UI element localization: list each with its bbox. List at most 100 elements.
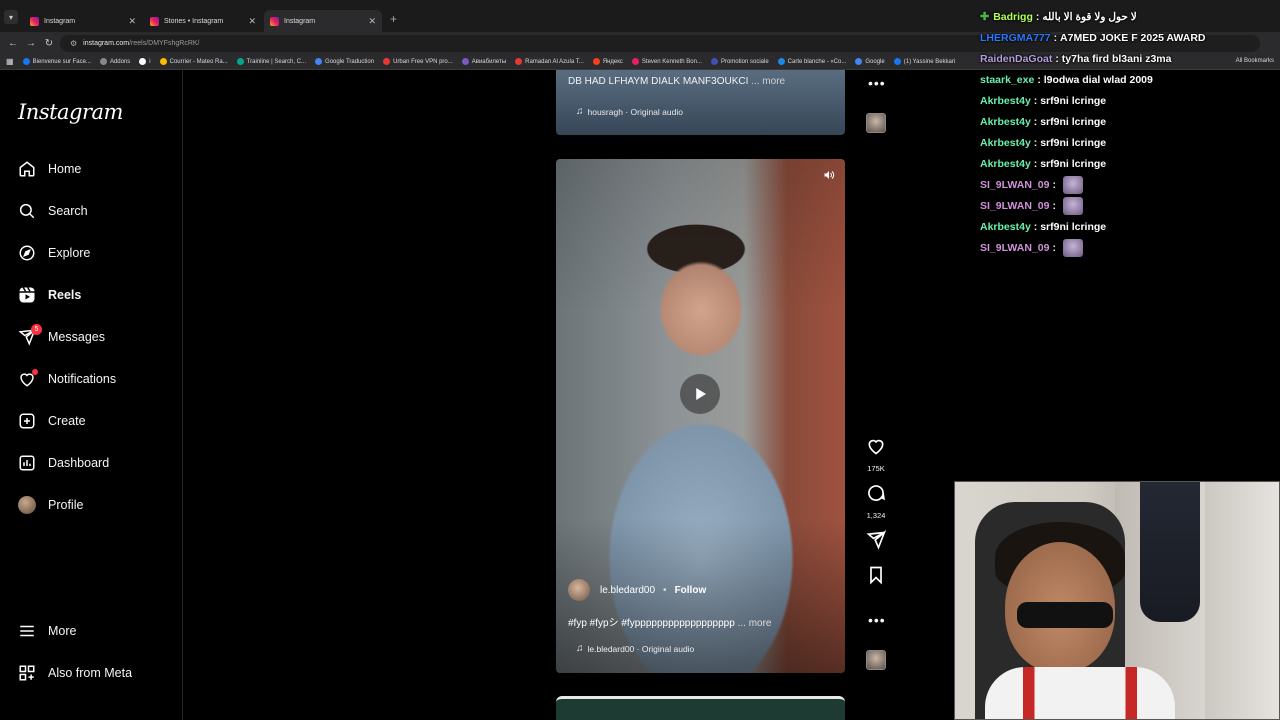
browser-tab[interactable]: Instagram ✕ <box>24 10 142 32</box>
plus-square-icon <box>18 412 36 430</box>
reel-video[interactable]: le.bledard00 • Follow #fyp #fypシ #fypppp… <box>556 159 845 673</box>
nav-home[interactable]: Home <box>18 157 81 181</box>
bookmark-favicon-icon <box>631 58 639 65</box>
instagram-favicon-icon <box>270 16 279 26</box>
tab-close-icon[interactable]: ✕ <box>128 16 136 27</box>
nav-explore[interactable]: Explore <box>18 241 90 265</box>
nav-messages[interactable]: 5 Messages <box>18 324 105 349</box>
forward-icon[interactable]: → <box>24 38 38 49</box>
music-note-icon: ♫ <box>576 643 584 654</box>
reel-audio[interactable]: ♫ le.bledard00 · Original audio <box>576 643 694 654</box>
caption-text: #fyp #fypシ #fypppppppppppppppppp <box>568 618 735 629</box>
bookmark-item[interactable]: (1) Yassine Bekkari <box>893 58 955 65</box>
chat-username: SI_9LWAN_09 <box>980 178 1050 191</box>
menu-icon <box>18 622 36 640</box>
nav-more[interactable]: More <box>18 619 76 643</box>
author-username[interactable]: le.bledard00 <box>600 585 655 596</box>
nav-also-from-meta[interactable]: Also from Meta <box>18 661 132 685</box>
like-action[interactable]: 175K <box>858 436 894 473</box>
bookmark-item[interactable]: Promotion sociale <box>710 58 769 65</box>
audio-thumbnail[interactable] <box>866 113 886 133</box>
reel-audio[interactable]: ♫ housragh · Original audio <box>576 106 683 117</box>
reel-author: le.bledard00 • Follow <box>568 579 706 601</box>
play-icon[interactable] <box>680 374 720 414</box>
bookmark-label: i <box>149 58 151 65</box>
caption-more[interactable]: ... more <box>738 618 772 629</box>
bookmark-label: Google <box>865 58 885 65</box>
audio-thumbnail[interactable] <box>866 650 886 670</box>
bookmark-item[interactable]: Addons <box>99 58 130 65</box>
browser-tab-active[interactable]: Instagram ✕ <box>264 10 382 32</box>
nav-dashboard[interactable]: Dashboard <box>18 451 109 475</box>
bookmark-icon[interactable] <box>866 565 886 590</box>
author-avatar[interactable] <box>568 579 590 601</box>
tab-close-icon[interactable]: ✕ <box>368 16 376 27</box>
bookmark-item[interactable]: Carte blanche - «Co... <box>777 58 847 65</box>
comment-icon[interactable] <box>866 483 886 508</box>
bookmark-item[interactable]: Авиабилеты <box>461 58 506 65</box>
nav-label: Also from Meta <box>48 666 133 680</box>
nav-notifications[interactable]: Notifications <box>18 367 116 391</box>
bookmark-item[interactable]: Google Traduction <box>315 58 374 65</box>
heart-icon[interactable] <box>866 436 886 461</box>
messages-icon: 5 <box>18 324 42 346</box>
chat-message: staark_exe: l9odwa dial wlad 2009 <box>980 69 1280 90</box>
bookmark-label: Carte blanche - «Co... <box>787 58 847 65</box>
reel-caption: #fyp #fypシ #fypppppppppppppppppp ... mor… <box>568 614 772 629</box>
reload-icon[interactable]: ↻ <box>42 38 56 49</box>
bookmark-item[interactable]: Trainline | Search, C... <box>236 58 306 65</box>
chat-text: srf9ni lcringe <box>1040 115 1107 128</box>
save-action[interactable] <box>858 565 894 590</box>
apps-icon[interactable]: ▦ <box>6 57 14 66</box>
instagram-favicon-icon <box>150 16 159 26</box>
caption-more[interactable]: ... more <box>751 76 785 87</box>
sidebar: Instagram Home Search Explore Reels 5 Me… <box>0 70 183 720</box>
previous-reel[interactable]: DB HAD LFHAYM DIALK MANF3OUKCI ... more … <box>556 70 845 135</box>
reel-caption: DB HAD LFHAYM DIALK MANF3OUKCI ... more <box>568 76 785 87</box>
share-action[interactable] <box>858 529 894 555</box>
back-icon[interactable]: ← <box>6 38 20 49</box>
bookmark-item[interactable]: i <box>139 58 151 65</box>
instagram-logo[interactable]: Instagram <box>18 100 123 124</box>
chat-text: لا حول ولا قوة الا بالله <box>1042 10 1137 23</box>
browser-tab[interactable]: Stories • Instagram ✕ <box>144 10 262 32</box>
comment-action[interactable]: 1,324 <box>858 483 894 520</box>
bookmark-item[interactable]: Urban Free VPN pro... <box>383 58 453 65</box>
send-icon[interactable] <box>866 529 887 555</box>
volume-icon[interactable] <box>823 169 835 184</box>
chat-text: srf9ni lcringe <box>1040 136 1107 149</box>
more-options-icon[interactable]: ••• <box>868 612 886 628</box>
avatar <box>18 496 36 514</box>
new-tab-icon[interactable]: + <box>390 12 397 26</box>
webcam-overlay <box>954 481 1280 720</box>
nav-label: Explore <box>48 246 91 260</box>
bookmark-item[interactable]: Яндекс <box>592 58 623 65</box>
chat-text: A7MED JOKE F 2025 AWARD <box>1060 31 1206 44</box>
bookmark-label: Steven Kenneth Bon... <box>641 58 702 65</box>
bookmark-item[interactable]: Courrier - Mateo Ra... <box>159 58 228 65</box>
nav-create[interactable]: Create <box>18 409 86 433</box>
compass-icon <box>18 244 36 262</box>
more-options-icon[interactable]: ••• <box>868 75 886 91</box>
tab-search-icon[interactable]: ▾ <box>4 10 18 24</box>
chat-text: srf9ni lcringe <box>1040 157 1107 170</box>
bookmark-item[interactable]: Bienvenue sur Face... <box>22 58 91 65</box>
tab-close-icon[interactable]: ✕ <box>248 16 256 27</box>
follow-button[interactable]: Follow <box>675 585 707 596</box>
next-reel[interactable] <box>556 696 845 720</box>
chat-message: SI_9LWAN_09: <box>980 237 1280 258</box>
bookmark-item[interactable]: Steven Kenneth Bon... <box>631 58 702 65</box>
chat-message: Akrbest4y: srf9ni lcringe <box>980 132 1280 153</box>
nav-reels[interactable]: Reels <box>18 283 81 307</box>
tab-title: Instagram <box>44 17 76 25</box>
chat-username: Akrbest4y <box>980 115 1031 128</box>
bookmark-item[interactable]: Google <box>855 58 885 65</box>
nav-profile[interactable]: Profile <box>18 493 83 517</box>
bookmark-favicon-icon <box>99 58 107 65</box>
bookmark-item[interactable]: Ramadan Al Azula T... <box>515 58 584 65</box>
site-info-icon[interactable]: ⚙ <box>70 39 77 48</box>
chat-text: ty7ha fird bl3ani z3ma <box>1061 52 1172 65</box>
chat-username: RaidenDaGoat <box>980 52 1053 65</box>
nav-search[interactable]: Search <box>18 199 88 223</box>
chat-message: Akrbest4y: srf9ni lcringe <box>980 216 1280 237</box>
